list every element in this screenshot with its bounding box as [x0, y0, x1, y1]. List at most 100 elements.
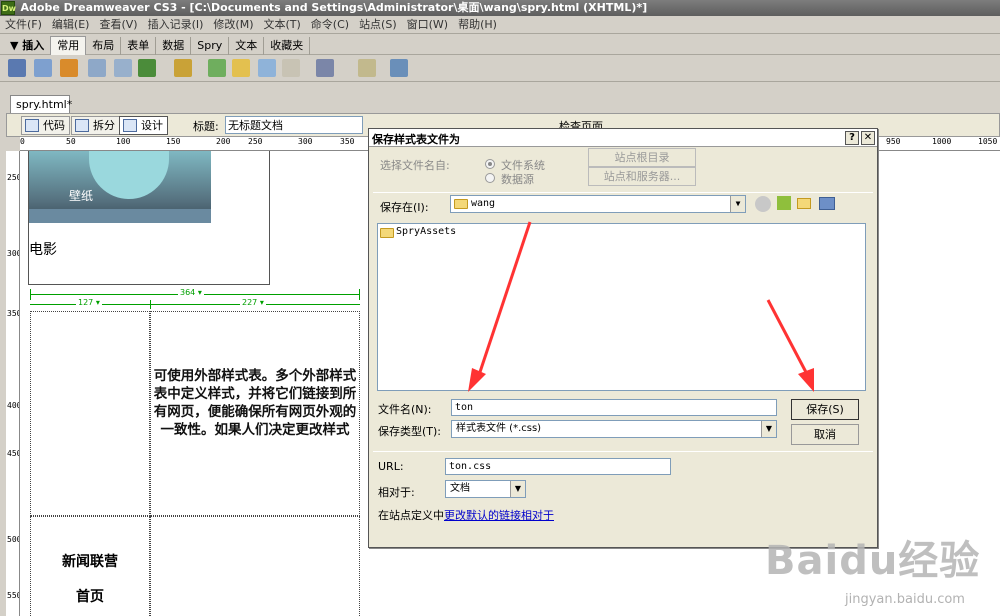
watermark-logo: Baidu经验 — [765, 538, 981, 584]
ruler-label: 350 — [340, 137, 355, 146]
table-icon[interactable] — [88, 59, 106, 77]
view-menu-icon[interactable] — [819, 197, 835, 210]
ruler-label: 200 — [216, 137, 231, 146]
filename-label: 文件名(N): — [378, 403, 432, 416]
teapot-shape — [89, 151, 169, 199]
design-view-icon — [123, 119, 137, 132]
window-title: Adobe Dreamweaver CS3 - [C:\Documents an… — [20, 1, 648, 14]
script-icon[interactable] — [316, 59, 334, 77]
save-in-value: wang — [471, 198, 496, 209]
ruler-vertical: 250 300 350 400 450 500 550 — [6, 151, 20, 616]
media-icon[interactable] — [174, 59, 192, 77]
folder-item[interactable]: SpryAssets — [396, 226, 456, 237]
divider — [373, 451, 873, 452]
column1-width-label[interactable]: 127 ▾ — [76, 298, 102, 307]
document-tab[interactable]: spry.html* — [10, 95, 72, 113]
file-list[interactable]: SpryAssets — [377, 223, 866, 391]
menu-window[interactable]: 窗口(W) — [402, 16, 453, 34]
server-include-icon[interactable] — [232, 59, 250, 77]
save-in-label: 保存在(I): — [380, 201, 429, 214]
change-default-link[interactable]: 更改默认的链接相对于 — [444, 509, 554, 522]
tab-layout[interactable]: 布局 — [86, 37, 122, 55]
date-icon[interactable] — [208, 59, 226, 77]
table-cell[interactable] — [30, 311, 150, 516]
site-definition-prefix: 在站点定义中 — [378, 509, 444, 522]
site-root-button[interactable]: 站点根目录 — [588, 148, 696, 167]
radio-datasource[interactable] — [485, 173, 495, 183]
chevron-down-icon: ▼ — [761, 421, 776, 437]
wallpaper-image[interactable]: 壁纸 — [29, 151, 211, 223]
save-button[interactable]: 保存(S) — [791, 399, 859, 420]
ruler-label: 350 — [7, 309, 19, 318]
radio-datasource-label: 数据源 — [501, 173, 534, 186]
head-icon[interactable] — [282, 59, 300, 77]
site-server-button[interactable]: 站点和服务器... — [588, 167, 696, 186]
filetype-select[interactable]: 样式表文件 (*.css) ▼ — [451, 420, 777, 438]
split-view-button[interactable]: 拆分 — [71, 116, 120, 135]
filename-input[interactable]: ton — [451, 399, 777, 416]
menu-help[interactable]: 帮助(H) — [453, 16, 502, 34]
menu-bar: 文件(F) 编辑(E) 查看(V) 插入记录(I) 修改(M) 文本(T) 命令(C) 站点(… — [0, 16, 1000, 34]
email-link-icon[interactable] — [34, 59, 52, 77]
ruler-label: 450 — [7, 449, 19, 458]
table-cell[interactable] — [150, 516, 360, 616]
ruler-label: 1050 — [978, 137, 998, 146]
layer-icon[interactable] — [114, 59, 132, 77]
ruler-label: 300 — [298, 137, 313, 146]
back-icon[interactable] — [755, 196, 771, 212]
relative-value: 文档 — [450, 483, 470, 494]
code-view-icon — [25, 119, 39, 132]
close-button[interactable]: ✕ — [861, 131, 875, 145]
design-view-button[interactable]: 设计 — [119, 116, 168, 135]
tag-chooser-icon[interactable] — [390, 59, 408, 77]
menu-edit[interactable]: 编辑(E) — [47, 16, 95, 34]
save-in-select[interactable]: wang ▼ — [450, 195, 746, 213]
watermark: Baidu经验 jingyan.baidu.com — [745, 508, 995, 613]
ruler-label: 500 — [7, 535, 19, 544]
menu-commands[interactable]: 命令(C) — [306, 16, 354, 34]
insert-label[interactable]: ▼ 插入 — [0, 36, 50, 56]
title-input[interactable] — [225, 116, 363, 134]
new-folder-icon[interactable] — [797, 198, 811, 209]
tab-common[interactable]: 常用 — [50, 36, 87, 55]
watermark-url: jingyan.baidu.com — [845, 592, 965, 607]
hyperlink-icon[interactable] — [8, 59, 26, 77]
ruler-label: 100 — [116, 137, 131, 146]
tab-data[interactable]: 数据 — [156, 37, 192, 55]
radio-filesystem[interactable] — [485, 159, 495, 169]
menu-file[interactable]: 文件(F) — [0, 16, 47, 34]
tab-favorites[interactable]: 收藏夹 — [264, 37, 311, 55]
divider — [373, 192, 873, 193]
code-view-button[interactable]: 代码 — [21, 116, 70, 135]
url-input[interactable]: ton.css — [445, 458, 671, 475]
tab-forms[interactable]: 表单 — [121, 37, 157, 55]
comment-icon[interactable] — [258, 59, 276, 77]
relative-select[interactable]: 文档 ▼ — [445, 480, 526, 498]
image-icon[interactable] — [138, 59, 156, 77]
menu-text[interactable]: 文本(T) — [258, 16, 305, 34]
up-folder-icon[interactable] — [777, 196, 791, 210]
width-tick — [30, 289, 31, 300]
title-bar: Dw Adobe Dreamweaver CS3 - [C:\Documents… — [0, 0, 1000, 16]
menu-modify[interactable]: 修改(M) — [208, 16, 258, 34]
help-button[interactable]: ? — [845, 131, 859, 145]
ruler-label: 1000 — [932, 137, 952, 146]
filetype-label: 保存类型(T): — [378, 425, 442, 438]
menu-insert[interactable]: 插入记录(I) — [143, 16, 209, 34]
column2-width-label[interactable]: 227 ▾ — [240, 298, 266, 307]
insert-icon-bar — [0, 56, 1000, 82]
table-width-label[interactable]: 364 ▾ — [178, 288, 204, 297]
paragraph-text: 可使用外部样式表。多个外部样式表中定义样式，并将它们链接到所有网页，便能确保所有… — [153, 368, 357, 438]
menu-site[interactable]: 站点(S) — [354, 16, 402, 34]
tab-text[interactable]: 文本 — [229, 37, 265, 55]
cancel-button[interactable]: 取消 — [791, 424, 859, 445]
menu-view[interactable]: 查看(V) — [94, 16, 142, 34]
tab-spry[interactable]: Spry — [191, 37, 230, 55]
code-view-label: 代码 — [43, 119, 65, 132]
wallpaper-label: 壁纸 — [69, 189, 94, 203]
named-anchor-icon[interactable] — [60, 59, 78, 77]
folder-icon — [454, 199, 468, 209]
chevron-down-icon: ▼ — [730, 196, 745, 212]
template-icon[interactable] — [358, 59, 376, 77]
movie-label: 电影 — [29, 242, 57, 258]
